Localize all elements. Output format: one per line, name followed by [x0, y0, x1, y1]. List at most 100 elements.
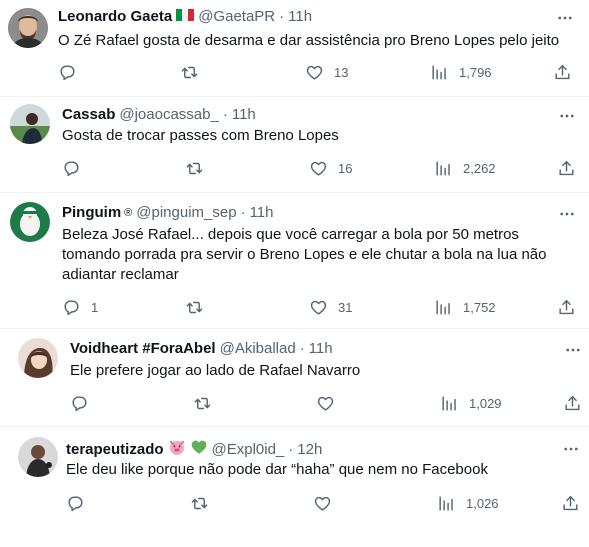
share-button[interactable]: [561, 494, 580, 513]
views-button[interactable]: 1,796: [430, 63, 492, 82]
separator-dot: ·: [222, 106, 228, 123]
user-handle[interactable]: @joaocassab_: [119, 105, 218, 125]
tweet-header: Cassab @joaocassab_ · 11h: [62, 105, 256, 125]
share-icon: [563, 394, 582, 413]
avatar[interactable]: [8, 8, 48, 48]
more-icon: [560, 114, 574, 118]
pig-face-icon: [168, 438, 186, 462]
share-icon: [553, 63, 572, 82]
avatar[interactable]: [18, 338, 58, 378]
like-button[interactable]: 31: [309, 298, 352, 317]
tweet-header: Leonardo Gaeta @GaetaPR · 11h: [58, 7, 312, 27]
reply-icon: [62, 298, 81, 317]
reply-button[interactable]: 1: [62, 298, 98, 317]
display-name[interactable]: Cassab: [62, 105, 115, 125]
like-count: 31: [338, 300, 353, 315]
reply-tweet[interactable]: Leonardo Gaeta @GaetaPR · 11h O Zé Rafae…: [0, 0, 589, 96]
timestamp[interactable]: 11h: [250, 203, 274, 223]
tweet-header: Pinguim ® @pinguim_sep · 11h: [62, 203, 274, 223]
like-icon: [305, 63, 324, 82]
reply-button[interactable]: [66, 494, 85, 513]
share-icon: [557, 159, 576, 178]
separator-dot: ·: [288, 441, 294, 458]
views-button[interactable]: 2,262: [434, 159, 496, 178]
reply-tweet[interactable]: Cassab @joaocassab_ · 11h Gosta de troca…: [0, 96, 589, 192]
user-handle[interactable]: @Akiballad: [220, 339, 296, 359]
registered-badge: ®: [124, 207, 133, 219]
separator-dot: ·: [240, 204, 246, 221]
like-button[interactable]: [316, 394, 335, 413]
separator-dot: ·: [299, 340, 305, 357]
views-button[interactable]: 1,752: [434, 298, 496, 317]
tweet-text: Ele deu like porque não pode dar “haha” …: [66, 461, 488, 478]
reply-icon: [62, 159, 81, 178]
like-icon: [309, 298, 328, 317]
like-icon: [316, 394, 335, 413]
reply-tweet[interactable]: terapeutizado @Expl0id_ · 12h Ele deu li…: [0, 426, 589, 547]
avatar[interactable]: [18, 437, 58, 477]
reply-icon: [70, 394, 89, 413]
timestamp[interactable]: 12h: [297, 440, 322, 460]
more-options-button[interactable]: [555, 8, 575, 28]
reply-button[interactable]: [62, 159, 81, 178]
timestamp[interactable]: 11h: [309, 339, 333, 359]
more-options-button[interactable]: [557, 106, 577, 126]
views-button[interactable]: 1,026: [437, 494, 499, 513]
reply-tweet[interactable]: Pinguim ® @pinguim_sep · 11h Beleza José…: [0, 192, 589, 328]
like-count: 13: [334, 65, 349, 80]
share-button[interactable]: [553, 63, 572, 82]
share-icon: [557, 298, 576, 317]
view-count: 2,262: [463, 161, 496, 176]
repost-icon: [185, 298, 204, 317]
reply-button[interactable]: [70, 394, 89, 413]
reply-tweet[interactable]: Voidheart #ForaAbel @Akiballad · 11h Ele…: [0, 328, 589, 426]
repost-icon: [180, 63, 199, 82]
share-button[interactable]: [557, 298, 576, 317]
more-icon: [564, 447, 578, 451]
tweet-text: Beleza José Rafael... depois que você ca…: [62, 226, 547, 283]
like-icon: [309, 159, 328, 178]
repost-button[interactable]: [190, 494, 209, 513]
repost-icon: [185, 159, 204, 178]
share-button[interactable]: [563, 394, 582, 413]
views-button[interactable]: 1,029: [440, 394, 502, 413]
reply-button[interactable]: [58, 63, 77, 82]
display-name[interactable]: terapeutizado: [66, 440, 164, 460]
user-handle[interactable]: @pinguim_sep: [136, 203, 236, 223]
timestamp[interactable]: 11h: [288, 7, 312, 27]
share-button[interactable]: [557, 159, 576, 178]
reply-icon: [66, 494, 85, 513]
view-count: 1,026: [466, 496, 499, 511]
repost-button[interactable]: [193, 394, 212, 413]
reply-count: 1: [91, 300, 99, 315]
more-options-button[interactable]: [563, 340, 583, 360]
more-icon: [560, 212, 574, 216]
tweet-text: O Zé Rafael gosta de desarma e dar assis…: [58, 32, 560, 49]
user-handle[interactable]: @GaetaPR: [198, 7, 275, 27]
like-button[interactable]: [313, 494, 332, 513]
display-name[interactable]: Voidheart #ForaAbel: [70, 339, 216, 359]
separator-dot: ·: [279, 8, 285, 25]
like-count: 16: [338, 161, 353, 176]
repost-icon: [190, 494, 209, 513]
avatar[interactable]: [10, 104, 50, 144]
display-name[interactable]: Pinguim: [62, 203, 121, 223]
views-icon: [430, 63, 449, 82]
avatar[interactable]: [10, 202, 50, 242]
timestamp[interactable]: 11h: [232, 105, 256, 125]
repost-button[interactable]: [180, 63, 199, 82]
like-button[interactable]: 13: [305, 63, 348, 82]
green-heart-icon: [190, 438, 208, 462]
italy-flag-icon: [176, 7, 195, 27]
user-handle[interactable]: @Expl0id_: [212, 440, 285, 460]
more-icon: [558, 16, 572, 20]
like-button[interactable]: 16: [309, 159, 352, 178]
tweet-text: Gosta de trocar passes com Breno Lopes: [62, 127, 339, 144]
repost-button[interactable]: [185, 159, 204, 178]
more-icon: [566, 348, 580, 352]
repost-button[interactable]: [185, 298, 204, 317]
more-options-button[interactable]: [561, 439, 581, 459]
views-icon: [440, 394, 459, 413]
more-options-button[interactable]: [557, 204, 577, 224]
display-name[interactable]: Leonardo Gaeta: [58, 7, 172, 27]
